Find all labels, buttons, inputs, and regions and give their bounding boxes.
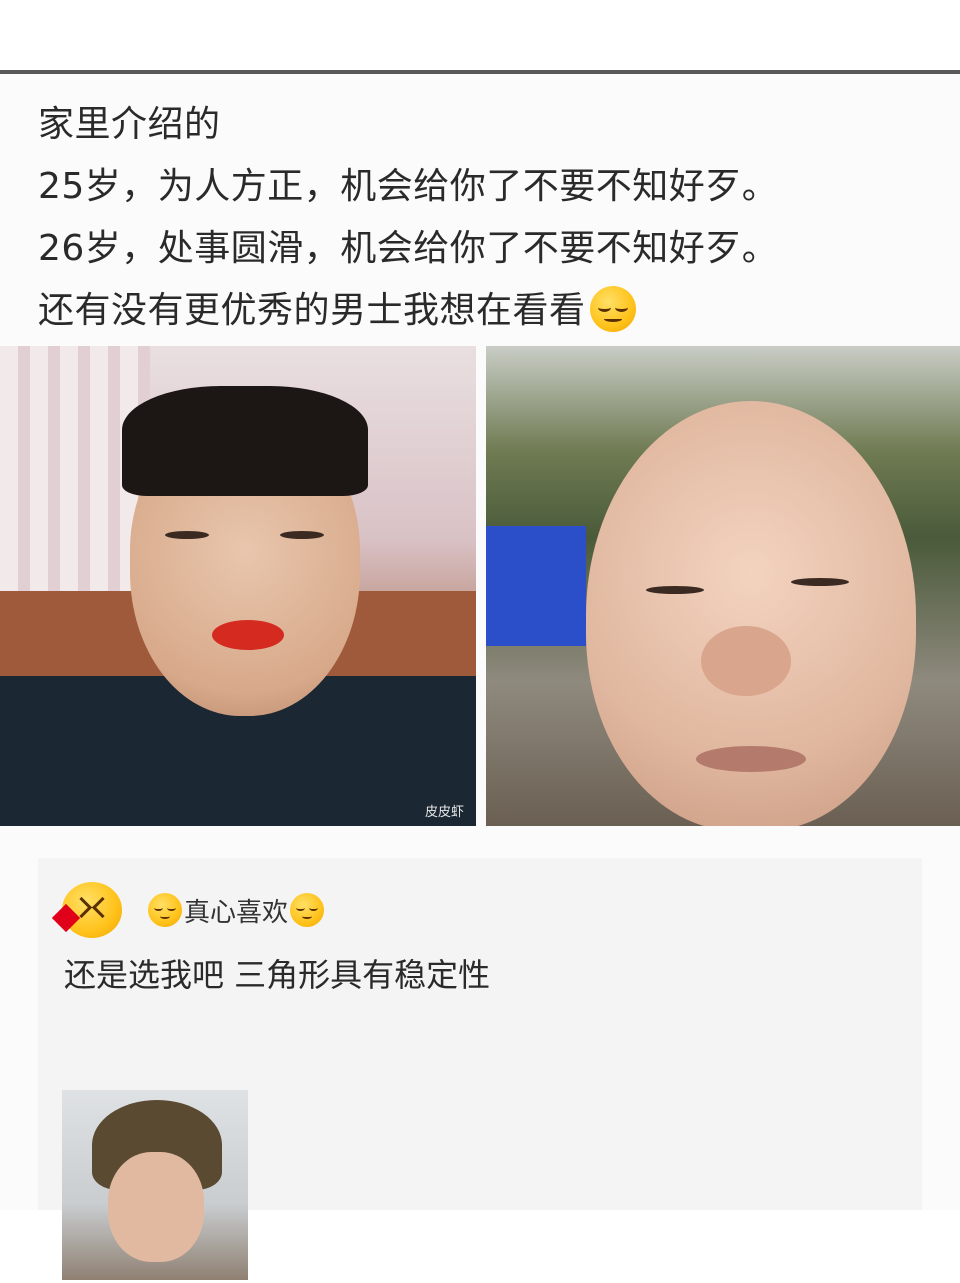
kiss-heart-emoji-icon[interactable] xyxy=(51,882,122,938)
comment-text: 还是选我吧 三角形具有稳定性 xyxy=(64,956,491,994)
comment-image[interactable] xyxy=(62,1090,248,1280)
post-line-4-text: 还有没有更优秀的男士我想在看看 xyxy=(38,290,586,331)
post-line-3: 26岁，处事圆滑，机会给你了不要不知好歹。 xyxy=(38,228,779,269)
comment-header: 真心喜欢 xyxy=(51,880,326,940)
lipstick-lips xyxy=(212,620,284,650)
blush-emoji-icon xyxy=(290,893,325,927)
blush-emoji-icon xyxy=(148,893,182,927)
comment-username[interactable]: 真心喜欢 xyxy=(146,892,326,929)
post-line-1: 家里介绍的 xyxy=(38,104,221,145)
watermark-label: 皮皮虾 xyxy=(424,805,464,820)
comment-card: 真心喜欢 还是选我吧 三角形具有稳定性 xyxy=(38,858,922,1280)
username-text: 真心喜欢 xyxy=(184,897,289,928)
post-text: 家里介绍的 25岁，为人方正，机会给你了不要不知好歹。 26岁，处事圆滑，机会给… xyxy=(38,94,938,342)
post-line-2: 25岁，为人方正，机会给你了不要不知好歹。 xyxy=(38,166,779,207)
smirk-emoji-icon xyxy=(589,286,636,332)
post-line-4: 还有没有更优秀的男士我想在看看 xyxy=(38,280,938,342)
photo-man-round-face[interactable] xyxy=(486,346,960,826)
post-card: 家里介绍的 25岁，为人方正，机会给你了不要不知好歹。 26岁，处事圆滑，机会给… xyxy=(0,74,960,1280)
photo-man-lipstick[interactable]: 皮皮虾 xyxy=(0,346,476,826)
